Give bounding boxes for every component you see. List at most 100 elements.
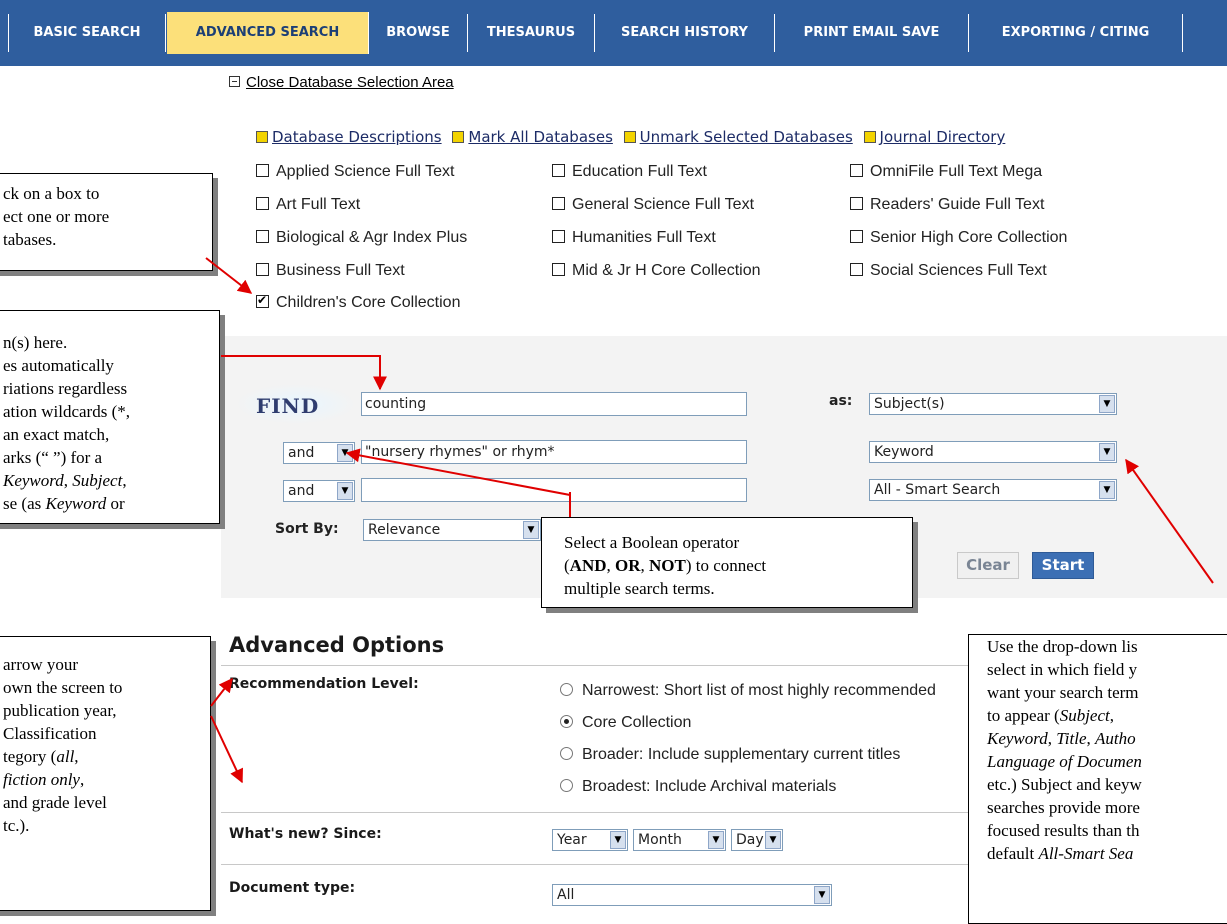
- checkbox[interactable]: [850, 164, 863, 177]
- callout-text: Select a Boolean operator (AND, OR, NOT) …: [564, 531, 766, 600]
- checkbox[interactable]: [256, 164, 269, 177]
- database-option[interactable]: Education Full Text: [552, 163, 707, 181]
- callout-text-run: default: [987, 844, 1039, 863]
- callout-text-run: ,: [1047, 729, 1057, 748]
- database-option[interactable]: General Science Full Text: [552, 196, 754, 214]
- dropdown-arrow-icon[interactable]: ▼: [610, 831, 626, 849]
- checkbox[interactable]: [552, 263, 565, 276]
- checkbox[interactable]: [256, 230, 269, 243]
- checkbox[interactable]: [552, 230, 565, 243]
- callout-text-run: ,: [122, 471, 127, 490]
- year-select[interactable]: Year ▼: [552, 829, 628, 851]
- checkbox[interactable]: [850, 230, 863, 243]
- field-select-1[interactable]: Subject(s) ▼: [869, 393, 1117, 415]
- unmark-selected-databases-link[interactable]: Unmark Selected Databases: [623, 128, 853, 146]
- search-term-input-2[interactable]: "nursery rhymes" or rhym*: [361, 440, 747, 464]
- database-option[interactable]: Readers' Guide Full Text: [850, 196, 1044, 214]
- dropdown-arrow-icon[interactable]: ▼: [337, 444, 353, 462]
- callout-line: etc.) Subject and keyw: [987, 773, 1142, 796]
- callout-line: Keyword, Subject,: [3, 469, 130, 492]
- boolean-operator-select-2[interactable]: and ▼: [283, 480, 355, 502]
- callout-text-run: Select a Boolean operator: [564, 533, 740, 552]
- callout-enter-terms: n(s) here. es automatically riations regar…: [0, 310, 220, 524]
- document-type-select[interactable]: All ▼: [552, 884, 832, 906]
- recommendation-level-label: Recommendation Level:: [229, 676, 419, 692]
- callout-line: Language of Documen: [987, 750, 1142, 773]
- collapse-icon: [229, 76, 240, 87]
- recommendation-option[interactable]: Broadest: Include Archival materials: [560, 778, 836, 796]
- checkbox[interactable]: [552, 164, 565, 177]
- database-option[interactable]: Senior High Core Collection: [850, 229, 1067, 247]
- search-term-input-3[interactable]: [361, 478, 747, 502]
- bullet-icon: [863, 131, 876, 143]
- radio-button[interactable]: [560, 779, 573, 792]
- dropdown-arrow-icon[interactable]: ▼: [814, 886, 830, 904]
- tab-advanced-search[interactable]: ADVANCED SEARCH: [167, 12, 369, 54]
- database-option[interactable]: Humanities Full Text: [552, 229, 716, 247]
- advanced-options-heading: Advanced Options: [229, 633, 445, 657]
- journal-directory-link[interactable]: Journal Directory: [863, 128, 1005, 146]
- recommendation-option[interactable]: Narrowest: Short list of most highly rec…: [560, 682, 936, 700]
- recommendation-option[interactable]: Core Collection: [560, 714, 691, 732]
- mark-all-databases-link[interactable]: Mark All Databases: [452, 128, 613, 146]
- checkbox[interactable]: [850, 197, 863, 210]
- callout-text-run: es automatically: [3, 356, 114, 375]
- dropdown-arrow-icon[interactable]: ▼: [1099, 395, 1115, 413]
- database-descriptions-link[interactable]: Database Descriptions: [256, 128, 442, 146]
- database-option[interactable]: OmniFile Full Text Mega: [850, 163, 1042, 181]
- callout-line: arks (“ ”) for a: [3, 446, 130, 469]
- database-option[interactable]: Biological & Agr Index Plus: [256, 229, 467, 247]
- field-select-2[interactable]: Keyword ▼: [869, 441, 1117, 463]
- day-select[interactable]: Day ▼: [731, 829, 783, 851]
- field-select-3[interactable]: All - Smart Search ▼: [869, 479, 1117, 501]
- checkbox[interactable]: [850, 263, 863, 276]
- checkbox[interactable]: [256, 263, 269, 276]
- tab-search-history[interactable]: SEARCH HISTORY: [595, 14, 775, 52]
- radio-button[interactable]: [560, 683, 573, 696]
- clear-button[interactable]: Clear: [957, 552, 1019, 579]
- tab-browse[interactable]: BROWSE: [369, 14, 468, 52]
- sort-by-select[interactable]: Relevance ▼: [363, 519, 541, 541]
- dropdown-arrow-icon[interactable]: ▼: [708, 831, 724, 849]
- callout-boolean-operator: Select a Boolean operator (AND, OR, NOT) …: [541, 517, 913, 608]
- checkbox[interactable]: [552, 197, 565, 210]
- callout-text-run: etc.) Subject and keyw: [987, 775, 1142, 794]
- close-database-area-link[interactable]: Close Database Selection Area: [229, 74, 454, 91]
- radio-button-selected[interactable]: [560, 715, 573, 728]
- recommendation-option[interactable]: Broader: Include supplementary current t…: [560, 746, 900, 764]
- database-option[interactable]: Business Full Text: [256, 262, 405, 280]
- callout-text-run: ) to connect: [685, 556, 767, 575]
- callout-text-run: se (as: [3, 494, 46, 513]
- month-select[interactable]: Month ▼: [633, 829, 726, 851]
- start-button[interactable]: Start: [1032, 552, 1094, 579]
- search-term-input-1[interactable]: counting: [361, 392, 747, 416]
- tab-print-email-save[interactable]: PRINT EMAIL SAVE: [775, 14, 969, 52]
- dropdown-arrow-icon[interactable]: ▼: [337, 482, 353, 500]
- database-option[interactable]: Mid & Jr H Core Collection: [552, 262, 761, 280]
- dropdown-arrow-icon[interactable]: ▼: [765, 831, 781, 849]
- database-option[interactable]: Applied Science Full Text: [256, 163, 454, 181]
- callout-line: select in which field y: [987, 658, 1142, 681]
- dropdown-arrow-icon[interactable]: ▼: [1099, 481, 1115, 499]
- radio-button[interactable]: [560, 747, 573, 760]
- database-option[interactable]: Art Full Text: [256, 196, 360, 214]
- database-option[interactable]: Social Sciences Full Text: [850, 262, 1047, 280]
- tab-exporting-citing[interactable]: EXPORTING / CITING: [969, 14, 1183, 52]
- callout-narrow-results: arrow your own the screen to publication y…: [0, 636, 211, 911]
- callout-text-run: ,: [74, 747, 79, 766]
- tab-basic-search[interactable]: BASIC SEARCH: [8, 14, 166, 52]
- checkbox[interactable]: [256, 197, 269, 210]
- tab-thesaurus[interactable]: THESAURUS: [468, 14, 595, 52]
- dropdown-arrow-icon[interactable]: ▼: [1099, 443, 1115, 461]
- callout-text: n(s) here. es automatically riations regar…: [3, 331, 130, 515]
- callout-text-run: ,: [63, 471, 73, 490]
- checkbox-checked[interactable]: [256, 293, 269, 308]
- callout-select-databases: ck on a box to ect one or more tabases.: [0, 173, 213, 271]
- database-option[interactable]: Children's Core Collection: [256, 293, 460, 312]
- dropdown-arrow-icon[interactable]: ▼: [523, 521, 539, 539]
- callout-line: Keyword, Title, Autho: [987, 727, 1142, 750]
- callout-text: ck on a box to ect one or more tabases.: [3, 184, 110, 249]
- callout-text-run: ,: [79, 770, 85, 789]
- boolean-operator-select-1[interactable]: and ▼: [283, 442, 355, 464]
- document-type-label: Document type:: [229, 880, 356, 896]
